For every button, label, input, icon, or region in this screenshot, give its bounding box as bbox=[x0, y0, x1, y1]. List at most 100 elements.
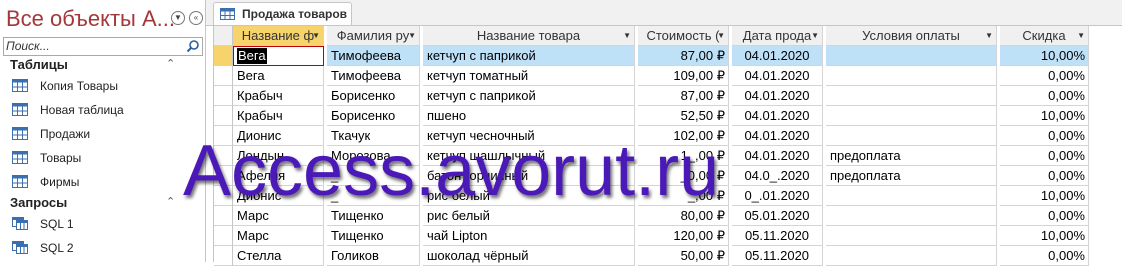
table-cell[interactable]: 10,00% bbox=[1000, 186, 1089, 206]
row-selector[interactable] bbox=[214, 86, 233, 106]
table-cell[interactable]: Голиков bbox=[327, 246, 420, 266]
column-header-col-manager[interactable]: Фамилия ру ▼ bbox=[327, 26, 420, 46]
table-cell[interactable] bbox=[826, 246, 997, 266]
search-box[interactable] bbox=[3, 37, 203, 56]
table-cell[interactable]: пшено bbox=[423, 106, 635, 126]
select-all-corner[interactable] bbox=[214, 26, 233, 46]
chevron-down-icon[interactable]: ▼ bbox=[171, 11, 185, 25]
table-cell[interactable]: чай Lipton bbox=[423, 226, 635, 246]
table-row[interactable]: Вега Тимофеева кетчуп с паприкой 87,00 ₽04.… bbox=[214, 46, 1094, 66]
table-cell[interactable]: 04.01.2020 bbox=[732, 106, 823, 126]
table-cell[interactable]: кетчуп с паприкой bbox=[423, 46, 635, 66]
table-cell[interactable]: _ bbox=[327, 186, 420, 206]
nav-group-header[interactable]: Запросы ⌃ bbox=[0, 194, 205, 212]
table-cell[interactable]: батон горчичный bbox=[423, 166, 635, 186]
table-row[interactable]: Марс Тищенко рис белый 80,00 ₽05.01.2020 0,0… bbox=[214, 206, 1094, 226]
table-cell[interactable]: 10,00% bbox=[1000, 106, 1089, 126]
table-cell[interactable]: 0_.01.2020 bbox=[732, 186, 823, 206]
table-cell[interactable]: 04.01.2020 bbox=[732, 146, 823, 166]
table-cell[interactable]: предоплата bbox=[826, 146, 997, 166]
row-selector[interactable] bbox=[214, 146, 233, 166]
nav-title[interactable]: Все объекты A... bbox=[6, 6, 175, 32]
table-cell[interactable]: Тимофеева bbox=[327, 66, 420, 86]
table-cell[interactable]: Тищенко bbox=[327, 206, 420, 226]
row-selector[interactable] bbox=[214, 106, 233, 126]
filter-dropdown-icon[interactable]: ▼ bbox=[408, 26, 416, 45]
table-cell[interactable]: 04.01.2020 bbox=[732, 46, 823, 66]
table-cell[interactable]: 10,00% bbox=[1000, 46, 1089, 66]
filter-dropdown-icon[interactable]: ▼ bbox=[811, 26, 819, 45]
table-cell[interactable]: Борисенко bbox=[327, 86, 420, 106]
table-cell[interactable]: _ bbox=[327, 166, 420, 186]
table-cell[interactable] bbox=[826, 206, 997, 226]
column-header-col-discount[interactable]: Скидка ▼ bbox=[1000, 26, 1089, 46]
nav-item[interactable]: SQL 1 bbox=[0, 212, 205, 236]
row-selector[interactable] bbox=[214, 206, 233, 226]
table-cell[interactable]: 0,00% bbox=[1000, 146, 1089, 166]
table-cell[interactable]: 87,00 ₽ bbox=[638, 46, 729, 66]
table-row[interactable]: Афелия _ батон горчичный _0,00 ₽04.0_.2020 п… bbox=[214, 166, 1094, 186]
table-cell[interactable]: Крабыч bbox=[233, 86, 324, 106]
table-cell[interactable]: Тимофеева bbox=[327, 46, 420, 66]
table-cell[interactable]: Борисенко bbox=[327, 106, 420, 126]
search-input[interactable] bbox=[6, 39, 176, 53]
row-selector[interactable] bbox=[214, 66, 233, 86]
table-cell[interactable]: Ткачук bbox=[327, 126, 420, 146]
table-cell[interactable]: 87,00 ₽ bbox=[638, 86, 729, 106]
filter-dropdown-icon[interactable]: ▼ bbox=[985, 26, 993, 45]
table-cell[interactable]: Тищенко bbox=[327, 226, 420, 246]
row-selector[interactable] bbox=[214, 246, 233, 266]
cell-edit-text[interactable]: Вега bbox=[237, 48, 267, 64]
table-cell[interactable] bbox=[826, 186, 997, 206]
table-cell[interactable]: Морозова bbox=[327, 146, 420, 166]
table-cell[interactable]: кетчуп томатный bbox=[423, 66, 635, 86]
table-cell[interactable] bbox=[826, 126, 997, 146]
filter-dropdown-icon[interactable]: ▼ bbox=[717, 26, 725, 45]
table-cell[interactable]: кетчуп шашлычный bbox=[423, 146, 635, 166]
table-cell[interactable]: Вега bbox=[233, 46, 324, 66]
nav-item[interactable]: SQL 2 bbox=[0, 236, 205, 260]
table-cell[interactable] bbox=[826, 226, 997, 246]
column-header-col-company[interactable]: Название ф ▼ bbox=[233, 26, 324, 46]
table-cell[interactable] bbox=[826, 106, 997, 126]
table-cell[interactable]: 04.01.2020 bbox=[732, 126, 823, 146]
row-selector[interactable] bbox=[214, 46, 233, 66]
table-cell[interactable] bbox=[826, 46, 997, 66]
filter-dropdown-icon[interactable]: ▼ bbox=[312, 26, 320, 45]
table-cell[interactable]: 0,00% bbox=[1000, 206, 1089, 226]
table-row[interactable]: Крабыч Борисенко кетчуп с паприкой 87,00 ₽0… bbox=[214, 86, 1094, 106]
table-row[interactable]: Лондын Морозова кетчуп шашлычный 1_,00 ₽04.… bbox=[214, 146, 1094, 166]
filter-dropdown-icon[interactable]: ▼ bbox=[1077, 26, 1085, 45]
table-cell[interactable]: 05.11.2020 bbox=[732, 226, 823, 246]
table-cell[interactable]: Крабыч bbox=[233, 106, 324, 126]
table-cell[interactable]: 04.01.2020 bbox=[732, 86, 823, 106]
search-icon[interactable] bbox=[186, 39, 200, 53]
table-cell[interactable]: рис белый bbox=[423, 186, 635, 206]
column-header-col-date[interactable]: Дата прода ▼ bbox=[732, 26, 823, 46]
table-cell[interactable]: 120,00 ₽ bbox=[638, 226, 729, 246]
table-cell[interactable]: 04.01.2020 bbox=[732, 66, 823, 86]
table-cell[interactable]: 05.01.2020 bbox=[732, 206, 823, 226]
column-header-col-product[interactable]: Название товара ▼ bbox=[423, 26, 635, 46]
column-header-col-payment[interactable]: Условия оплаты ▼ bbox=[826, 26, 997, 46]
nav-item[interactable]: Товары bbox=[0, 146, 205, 170]
table-cell[interactable]: кетчуп чесночный bbox=[423, 126, 635, 146]
table-cell[interactable]: _0,00 ₽ bbox=[638, 166, 729, 186]
table-row[interactable]: Стелла Голиков шоколад чёрный 50,00 ₽05.11.… bbox=[214, 246, 1094, 266]
nav-item[interactable]: Новая таблица bbox=[0, 98, 205, 122]
collapse-pane-icon[interactable]: « bbox=[189, 11, 203, 25]
table-cell[interactable]: 0,00% bbox=[1000, 246, 1089, 266]
nav-item[interactable]: Фирмы bbox=[0, 170, 205, 194]
nav-group-header[interactable]: Таблицы ⌃ bbox=[0, 56, 205, 74]
nav-item[interactable]: Продажи bbox=[0, 122, 205, 146]
table-cell[interactable]: Лондын bbox=[233, 146, 324, 166]
table-cell[interactable]: Дионис bbox=[233, 186, 324, 206]
table-cell[interactable]: Афелия bbox=[233, 166, 324, 186]
table-cell[interactable]: 80,00 ₽ bbox=[638, 206, 729, 226]
tab-sales[interactable]: Продажа товаров bbox=[213, 2, 352, 25]
filter-dropdown-icon[interactable]: ▼ bbox=[623, 26, 631, 45]
table-cell[interactable]: Марс bbox=[233, 226, 324, 246]
table-cell[interactable]: 50,00 ₽ bbox=[638, 246, 729, 266]
table-cell[interactable]: 10,00% bbox=[1000, 226, 1089, 246]
table-row[interactable]: Вега Тимофеева кетчуп томатный 109,00 ₽04.0… bbox=[214, 66, 1094, 86]
